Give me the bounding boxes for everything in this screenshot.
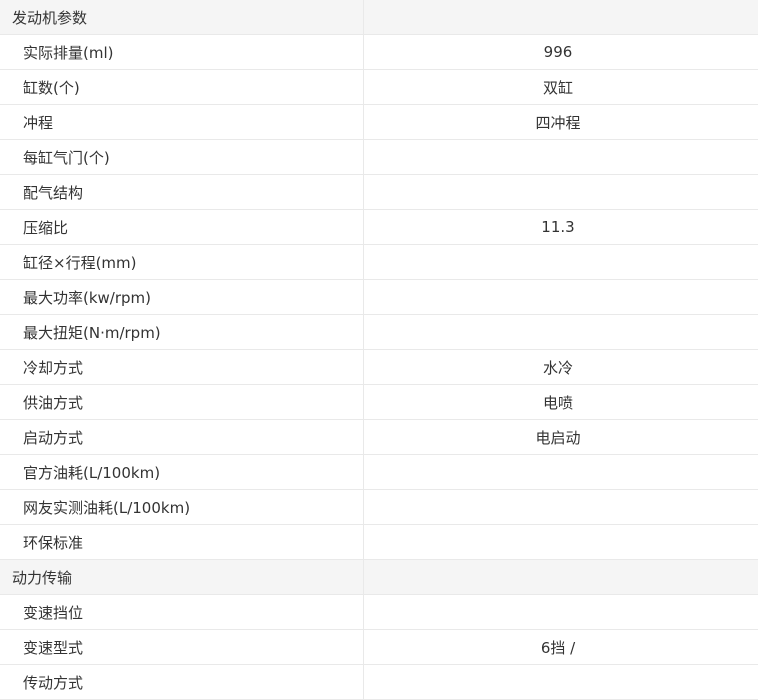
section-title: 发动机参数: [0, 0, 364, 34]
section-header-transmission: 动力传输: [0, 560, 758, 595]
spec-row: 传动方式: [0, 665, 758, 700]
spec-value: [364, 175, 758, 209]
spec-row: 缸径×行程(mm): [0, 245, 758, 280]
section-header-blank: [364, 560, 758, 594]
spec-value: [364, 595, 758, 629]
spec-value: 电喷: [542, 393, 573, 412]
spec-label: 环保标准: [0, 525, 364, 559]
spec-label: 变速型式: [0, 630, 364, 664]
spec-label: 实际排量(ml): [0, 35, 364, 69]
spec-row: 冲程 四冲程: [0, 105, 758, 140]
spec-row: 压缩比 11.3: [0, 210, 758, 245]
spec-label: 变速挡位: [0, 595, 364, 629]
spec-value: 996: [543, 43, 573, 61]
spec-label: 冲程: [0, 105, 364, 139]
spec-value: [364, 315, 758, 349]
spec-row: 变速型式 6挡 /: [0, 630, 758, 665]
spec-value: [364, 665, 758, 699]
spec-row: 环保标准: [0, 525, 758, 560]
spec-row: 启动方式 电启动: [0, 420, 758, 455]
spec-label: 供油方式: [0, 385, 364, 419]
spec-row: 官方油耗(L/100km): [0, 455, 758, 490]
spec-label: 每缸气门(个): [0, 140, 364, 174]
section-title: 动力传输: [0, 560, 364, 594]
spec-value: [364, 455, 758, 489]
spec-label: 缸数(个): [0, 70, 364, 104]
spec-label: 缸径×行程(mm): [0, 245, 364, 279]
section-header-engine: 发动机参数: [0, 0, 758, 35]
spec-value: 6挡 /: [540, 638, 576, 657]
spec-row: 缸数(个) 双缸: [0, 70, 758, 105]
spec-row: 配气结构: [0, 175, 758, 210]
spec-label: 冷却方式: [0, 350, 364, 384]
spec-row: 实际排量(ml) 996: [0, 35, 758, 70]
spec-value: [364, 280, 758, 314]
spec-value: 11.3: [541, 218, 575, 236]
spec-label: 传动方式: [0, 665, 364, 699]
spec-value: [364, 140, 758, 174]
spec-row: 供油方式 电喷: [0, 385, 758, 420]
spec-value: [364, 490, 758, 524]
spec-value: 电启动: [535, 428, 581, 447]
spec-value: [364, 245, 758, 279]
spec-row: 最大扭矩(N·m/rpm): [0, 315, 758, 350]
spec-label: 最大扭矩(N·m/rpm): [0, 315, 364, 349]
spec-row: 每缸气门(个): [0, 140, 758, 175]
spec-value: 水冷: [542, 358, 573, 377]
spec-row: 网友实测油耗(L/100km): [0, 490, 758, 525]
spec-value: 双缸: [542, 78, 573, 97]
spec-row: 冷却方式 水冷: [0, 350, 758, 385]
spec-label: 配气结构: [0, 175, 364, 209]
spec-row: 最大功率(kw/rpm): [0, 280, 758, 315]
spec-value: [364, 525, 758, 559]
spec-label: 最大功率(kw/rpm): [0, 280, 364, 314]
section-header-blank: [364, 0, 758, 34]
spec-table: 发动机参数 实际排量(ml) 996 缸数(个) 双缸 冲程 四冲程 每缸气门(个) …: [0, 0, 758, 700]
spec-value: 四冲程: [535, 113, 581, 132]
spec-label: 压缩比: [0, 210, 364, 244]
spec-label: 官方油耗(L/100km): [0, 455, 364, 489]
spec-label: 网友实测油耗(L/100km): [0, 490, 364, 524]
spec-label: 启动方式: [0, 420, 364, 454]
spec-row: 变速挡位: [0, 595, 758, 630]
